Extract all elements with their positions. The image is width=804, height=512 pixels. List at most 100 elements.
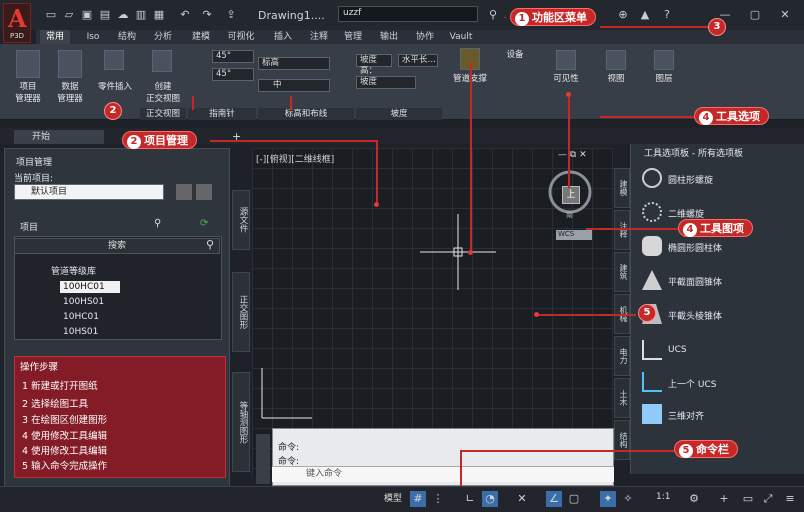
- tab-output[interactable]: 输出: [374, 30, 404, 44]
- refresh-icon[interactable]: ⟳: [200, 218, 208, 229]
- tab-vault[interactable]: Vault: [446, 30, 476, 44]
- rvtab-electric[interactable]: 电力: [614, 336, 630, 376]
- layout-mid-select[interactable]: 中: [258, 79, 330, 92]
- annotation-scale-icon[interactable]: ✧: [620, 491, 636, 507]
- cloud-icon[interactable]: ☁: [116, 8, 130, 22]
- create-ortho-icon[interactable]: [152, 50, 172, 72]
- tree-item[interactable]: 10HC01: [60, 311, 120, 323]
- add-icon[interactable]: +: [716, 491, 732, 507]
- tool-item[interactable]: 平截头棱锥体: [638, 302, 800, 328]
- tool-item[interactable]: 圆柱形螺旋: [638, 166, 800, 192]
- ortho-icon[interactable]: ∟: [462, 491, 478, 507]
- tool-item[interactable]: UCS: [638, 338, 800, 364]
- tab-iso[interactable]: Iso: [82, 30, 104, 44]
- rvtab-annotate[interactable]: 注释: [614, 210, 630, 250]
- transparency-icon[interactable]: ▢: [566, 491, 582, 507]
- tab-analysis[interactable]: 分析: [148, 30, 178, 44]
- tree-item[interactable]: 100HC01: [60, 281, 120, 293]
- save-icon[interactable]: ▣: [80, 8, 94, 22]
- binoculars-icon[interactable]: ⚲: [486, 8, 500, 22]
- create-ortho-button[interactable]: 创建 正交视图: [142, 80, 184, 104]
- search-icon[interactable]: ⚲: [154, 218, 161, 229]
- slope-high-field[interactable]: 坡度高：: [356, 54, 392, 76]
- tab-home[interactable]: 常用: [40, 30, 70, 44]
- snap-icon[interactable]: ⋮: [430, 491, 446, 507]
- layer-button[interactable]: 图层: [650, 72, 678, 84]
- open-file-icon[interactable]: ▱: [62, 8, 76, 22]
- part-insert-button[interactable]: 零件插入: [92, 80, 138, 92]
- current-project-select[interactable]: 默认项目: [14, 184, 164, 200]
- help-icon[interactable]: ?: [660, 8, 674, 22]
- command-input[interactable]: 键入命令: [272, 466, 614, 482]
- wcs-menu[interactable]: WCS: [556, 230, 592, 240]
- project-manager-icon[interactable]: [16, 50, 40, 78]
- vtab-source-files[interactable]: 源文件: [232, 190, 250, 250]
- save-as-icon[interactable]: ▤: [98, 8, 112, 22]
- vtab-ortho[interactable]: 正交图形: [232, 272, 250, 352]
- rvtab-structure[interactable]: 结构: [614, 420, 630, 460]
- viewcube-top[interactable]: 上: [562, 186, 580, 204]
- triangle-icon[interactable]: ▲: [638, 8, 652, 22]
- undo-icon[interactable]: ↶: [178, 8, 192, 22]
- project-settings-icon[interactable]: [196, 184, 212, 200]
- tree-item[interactable]: 100HS01: [60, 296, 120, 308]
- angle-select-2[interactable]: 45°: [212, 68, 254, 81]
- fullscreen-icon[interactable]: ⤢: [760, 491, 776, 507]
- data-manager-icon[interactable]: [58, 50, 82, 78]
- customize-icon[interactable]: ≡: [782, 491, 798, 507]
- tree-search-icon[interactable]: ⚲: [206, 238, 214, 251]
- cart-icon[interactable]: ⊕: [616, 8, 630, 22]
- display-icon[interactable]: ▭: [740, 491, 756, 507]
- tab-insert[interactable]: 插入: [268, 30, 298, 44]
- angle-select-1[interactable]: 45°: [212, 50, 254, 63]
- maximize-icon[interactable]: ▢: [748, 8, 762, 22]
- tool-item[interactable]: 平截面圆锥体: [638, 268, 800, 294]
- scale-select[interactable]: 1:1: [656, 492, 670, 502]
- tab-start[interactable]: 开始: [14, 130, 104, 144]
- share-icon[interactable]: ⇪: [224, 8, 238, 22]
- view-icon[interactable]: [606, 50, 626, 70]
- redo-icon[interactable]: ↷: [200, 8, 214, 22]
- grid-icon[interactable]: #: [410, 491, 426, 507]
- tab-annotate[interactable]: 注释: [304, 30, 334, 44]
- plot-icon[interactable]: ▦: [152, 8, 166, 22]
- equipment-button[interactable]: 设备: [500, 48, 530, 60]
- viewport-controls[interactable]: — ⧉ ✕: [558, 150, 587, 160]
- settings-icon[interactable]: ⚙: [686, 491, 702, 507]
- app-logo[interactable]: A P3D: [3, 3, 31, 43]
- tree-search-input[interactable]: 搜索: [14, 238, 220, 254]
- close-icon[interactable]: ✕: [778, 8, 792, 22]
- tab-collaborate[interactable]: 协作: [410, 30, 440, 44]
- data-manager-button[interactable]: 数据 管理器: [52, 80, 88, 104]
- search-input[interactable]: uzzf: [338, 6, 478, 22]
- tab-structure[interactable]: 结构: [112, 30, 142, 44]
- elevation-field[interactable]: 标高: [258, 57, 330, 70]
- layer-icon[interactable]: [654, 50, 674, 70]
- view-button[interactable]: 视图: [602, 72, 630, 84]
- viewcube-south[interactable]: 南: [566, 210, 573, 220]
- annotation-icon[interactable]: ✦: [600, 491, 616, 507]
- tab-modeling[interactable]: 建模: [186, 30, 216, 44]
- command-bar-handle[interactable]: [256, 434, 270, 484]
- tool-item[interactable]: 上一个 UCS: [638, 370, 800, 396]
- polar-icon[interactable]: ◔: [482, 491, 498, 507]
- print-icon[interactable]: ▥: [134, 8, 148, 22]
- rvtab-civil[interactable]: 土木: [614, 378, 630, 418]
- print-project-icon[interactable]: [176, 184, 192, 200]
- slope-level-field[interactable]: 水平长…: [398, 54, 438, 67]
- new-file-icon[interactable]: ▭: [44, 8, 58, 22]
- osnap-icon[interactable]: ✕: [514, 491, 530, 507]
- visibility-button[interactable]: 可见性: [546, 72, 586, 84]
- tool-item[interactable]: 三维对齐: [638, 402, 800, 428]
- visibility-icon[interactable]: [556, 50, 576, 70]
- tree-root[interactable]: 管道等级库: [48, 266, 108, 278]
- rvtab-modeling[interactable]: 建模: [614, 168, 630, 208]
- tab-manage[interactable]: 管理: [338, 30, 368, 44]
- project-manager-button[interactable]: 项目 管理器: [10, 80, 46, 104]
- slope-field[interactable]: 坡度: [356, 76, 416, 89]
- rvtab-arch[interactable]: 建筑: [614, 252, 630, 292]
- tree-item[interactable]: 10HS01: [60, 326, 120, 338]
- model-button[interactable]: 模型: [384, 491, 402, 504]
- lineweight-icon[interactable]: ∠: [546, 491, 562, 507]
- part-insert-icon[interactable]: [104, 50, 124, 70]
